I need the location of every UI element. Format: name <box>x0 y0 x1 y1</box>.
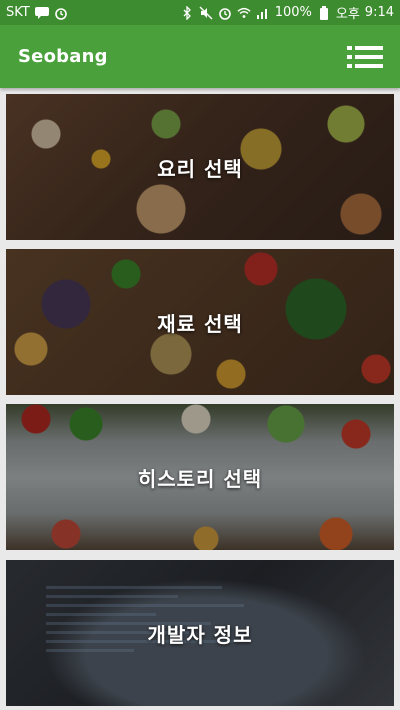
wifi-icon <box>237 6 251 20</box>
app-title: Seobang <box>18 46 108 67</box>
menu-button[interactable] <box>346 42 384 72</box>
battery-percent: 100% <box>274 5 312 20</box>
card-label-developer: 개발자 정보 <box>147 622 253 647</box>
bluetooth-icon <box>180 5 194 20</box>
card-select-ingredient[interactable]: 재료 선택 <box>6 249 394 395</box>
carrier-label: SKT <box>6 5 30 20</box>
card-label-history: 히스토리 선택 <box>137 466 263 491</box>
signal-icon <box>256 6 270 20</box>
alarm-icon <box>54 6 68 20</box>
status-bar: SKT 100% 오후 9:14 <box>0 0 400 25</box>
chat-icon <box>34 6 49 20</box>
card-select-recipe[interactable]: 요리 선택 <box>6 94 394 240</box>
card-label-recipe: 요리 선택 <box>157 156 243 181</box>
clock-time: 9:14 <box>364 5 394 20</box>
status-left: SKT <box>6 5 68 20</box>
status-right: 100% 오후 9:14 <box>180 3 394 22</box>
card-label-ingredient: 재료 선택 <box>157 311 243 336</box>
card-developer-info[interactable]: 개발자 정보 <box>6 560 394 706</box>
card-select-history[interactable]: 히스토리 선택 <box>6 404 394 550</box>
battery-icon <box>317 5 331 20</box>
menu-icon <box>347 45 383 68</box>
alarm-icon-2 <box>218 6 232 20</box>
app-bar: Seobang <box>0 25 400 88</box>
ampm-label: 오후 <box>335 7 360 22</box>
mute-icon <box>199 6 213 20</box>
